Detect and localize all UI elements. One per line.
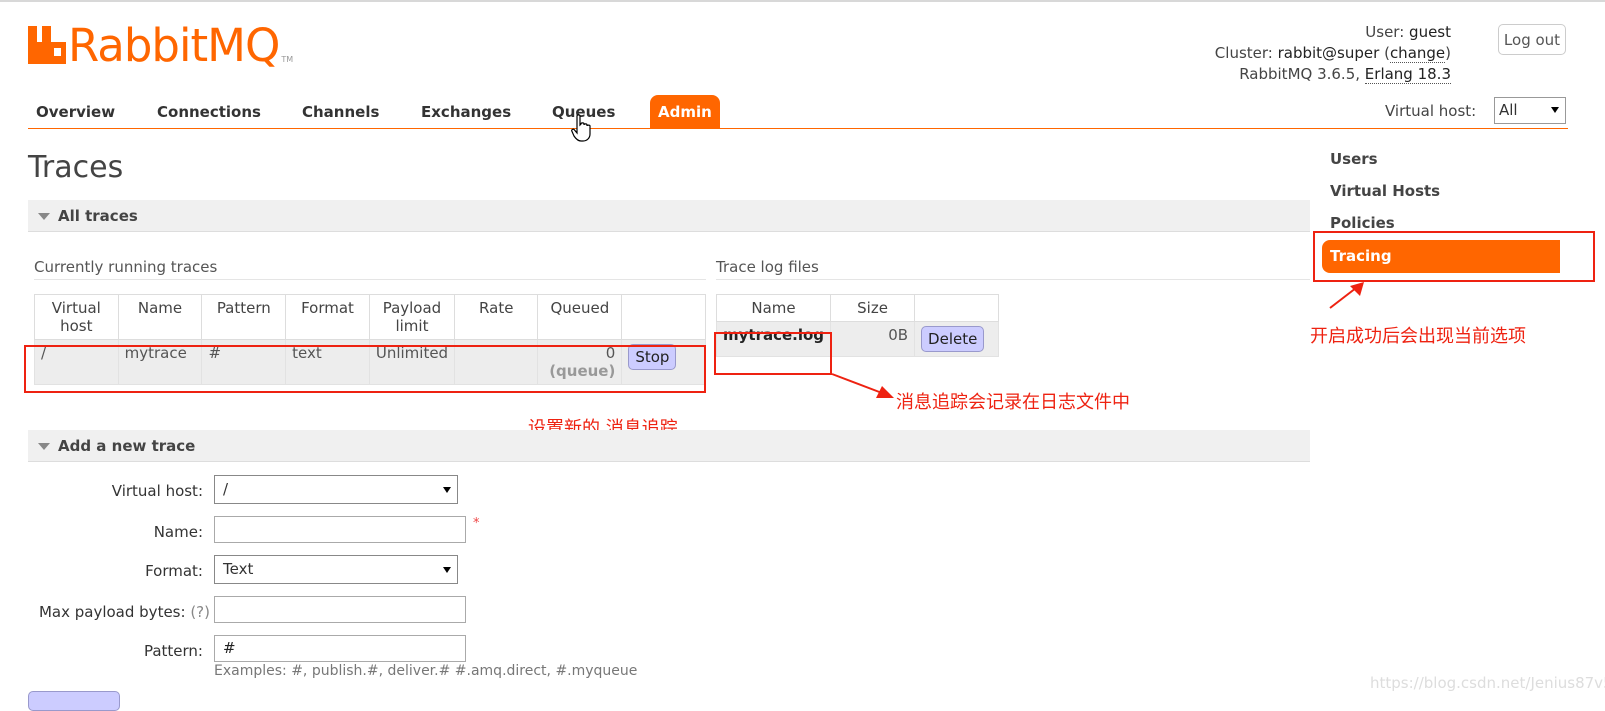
sidebar-item-users[interactable]: Users [1330,150,1378,168]
annotation-log-file: 消息追踪会记录在日志文件中 [896,392,1130,413]
hand-cursor-icon [571,114,591,142]
rabbitmq-logo: RabbitMQ TM [28,20,293,68]
delete-log-button[interactable]: Delete [921,326,985,352]
user-value: guest [1409,23,1451,41]
tab-overview[interactable]: Overview [36,95,115,129]
sidebar-item-virtual-hosts[interactable]: Virtual Hosts [1330,182,1440,200]
name-input[interactable] [214,516,466,543]
login-info: User: guest Cluster: rabbit@super (chang… [1214,23,1451,84]
main-nav: Overview Connections Channels Exchanges … [28,95,1568,129]
all-traces-section-toggle[interactable]: All traces [28,200,1310,232]
cluster-value: rabbit@super [1277,44,1380,62]
format-select-value: Text [223,560,254,578]
chevron-down-icon [1551,107,1559,113]
highlight-box-tracing [1313,231,1595,282]
help-icon[interactable]: (?) [190,603,210,621]
chevron-down-icon [443,487,451,493]
col-actions [621,294,706,340]
tab-connections[interactable]: Connections [157,95,261,129]
add-trace-section-toggle[interactable]: Add a new trace [28,430,1310,462]
log-file-size: 0B [830,321,916,357]
pattern-input[interactable]: # [214,635,466,662]
col-format: Format [285,294,370,340]
pattern-field-label: Pattern: [143,642,203,660]
add-trace-button[interactable] [28,691,120,711]
running-traces-heading: Currently running traces [34,258,706,280]
cluster-label: Cluster: [1214,44,1273,62]
max-payload-label-text: Max payload bytes: [38,603,186,621]
rabbitmq-logo-icon [28,24,66,64]
vhost-select-value: / [223,480,229,498]
user-label: User: [1365,23,1405,41]
log-col-name: Name [715,294,832,322]
tab-channels[interactable]: Channels [302,95,379,129]
collapse-triangle-icon [38,213,50,220]
arrow-to-tracing-icon [1329,282,1364,309]
max-payload-field-label: Max payload bytes: (?) [28,603,210,621]
col-queued: Queued [537,294,623,340]
watermark: https://blog.csdn.net/Jenius87v5 [1370,674,1605,692]
virtual-host-filter-value: All [1499,101,1518,119]
logo-tm: TM [281,55,294,64]
chevron-down-icon [443,567,451,573]
page-title: Traces [28,150,124,185]
add-trace-heading: Add a new trace [58,437,196,455]
erlang-version: Erlang 18.3 [1364,65,1451,84]
max-payload-input[interactable] [214,596,466,623]
log-col-actions [914,294,1000,322]
virtual-host-filter-select[interactable]: All [1494,97,1566,124]
log-col-size: Size [830,294,916,322]
col-pattern: Pattern [201,294,287,340]
log-action-cell: Delete [914,321,1000,357]
required-marker: * [473,516,480,531]
format-field-label: Format: [145,562,203,580]
col-payload-limit: Payload limit [368,294,456,340]
annotation-tracing: 开启成功后会出现当前选项 [1310,326,1526,347]
sidebar-item-policies[interactable]: Policies [1330,214,1395,232]
name-field-label: Name: [153,523,203,541]
vhost-field-label: Virtual host: [111,482,203,500]
format-select[interactable]: Text [214,555,458,584]
highlight-box-running-trace [24,345,706,393]
vhost-select[interactable]: / [214,475,458,504]
table-header-row: Name Size [715,294,1000,322]
arrow-to-log-annotation-icon [831,373,894,398]
virtual-host-filter-label: Virtual host: [1385,102,1477,120]
trace-log-files-heading: Trace log files [716,258,1310,280]
all-traces-heading: All traces [58,207,138,225]
tab-exchanges[interactable]: Exchanges [421,95,511,129]
change-cluster-link[interactable]: change [1389,44,1446,63]
highlight-box-log-file [714,332,832,375]
col-virtual-host: Virtual host [34,294,119,340]
collapse-triangle-icon [38,443,50,450]
logout-button[interactable]: Log out [1498,24,1566,55]
version-text: RabbitMQ 3.6.5, [1239,65,1361,83]
col-name: Name [117,294,203,340]
tab-admin[interactable]: Admin [650,95,720,129]
table-header-row: Virtual host Name Pattern Format Payload… [34,294,706,340]
logo-text: RabbitMQ [68,19,280,72]
col-rate: Rate [454,294,539,340]
pattern-examples: Examples: #, publish.#, deliver.# #.amq.… [214,663,638,679]
